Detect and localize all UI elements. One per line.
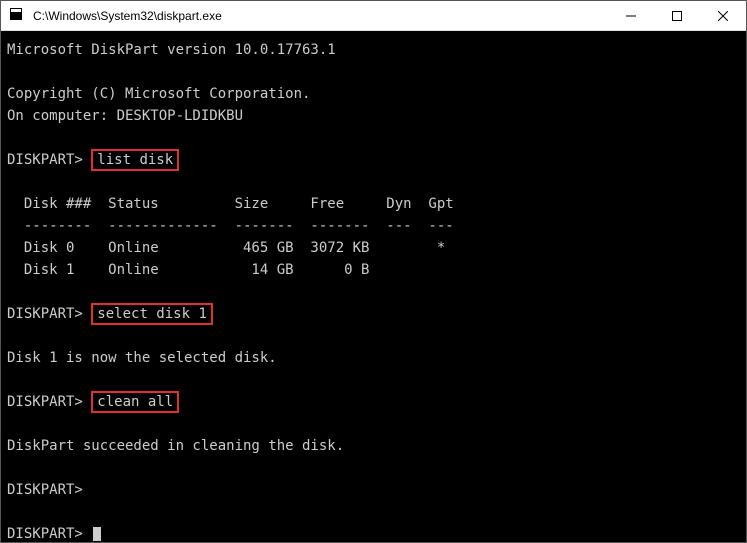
version-line: Microsoft DiskPart version 10.0.17763.1	[7, 42, 336, 58]
app-icon	[1, 7, 31, 24]
prompt: DISKPART>	[7, 306, 83, 322]
prompt: DISKPART>	[7, 394, 83, 410]
prompt: DISKPART>	[7, 526, 83, 542]
table-divider: -------- ------------- ------- ------- -…	[7, 218, 454, 234]
table-row: Disk 1 Online 14 GB 0 B	[7, 262, 369, 278]
window-title: C:\Windows\System32\diskpart.exe	[31, 9, 608, 23]
close-button[interactable]	[700, 1, 746, 31]
clean-msg: DiskPart succeeded in cleaning the disk.	[7, 438, 344, 454]
minimize-button[interactable]	[608, 1, 654, 31]
command-clean-all: clean all	[91, 391, 179, 413]
command-select-disk: select disk 1	[91, 303, 213, 325]
cursor-icon	[93, 527, 101, 541]
table-row: Disk 0 Online 465 GB 3072 KB *	[7, 240, 445, 256]
table-header: Disk ### Status Size Free Dyn Gpt	[7, 196, 454, 212]
window-controls	[608, 1, 746, 31]
maximize-button[interactable]	[654, 1, 700, 31]
select-msg: Disk 1 is now the selected disk.	[7, 350, 277, 366]
titlebar[interactable]: C:\Windows\System32\diskpart.exe	[1, 1, 746, 31]
computer-line: On computer: DESKTOP-LDIDKBU	[7, 108, 243, 124]
terminal-area[interactable]: Microsoft DiskPart version 10.0.17763.1 …	[1, 31, 746, 542]
window-frame: C:\Windows\System32\diskpart.exe Microso…	[0, 0, 747, 543]
prompt: DISKPART>	[7, 482, 83, 498]
command-list-disk: list disk	[91, 149, 179, 171]
prompt: DISKPART>	[7, 152, 83, 168]
copyright-line: Copyright (C) Microsoft Corporation.	[7, 86, 310, 102]
